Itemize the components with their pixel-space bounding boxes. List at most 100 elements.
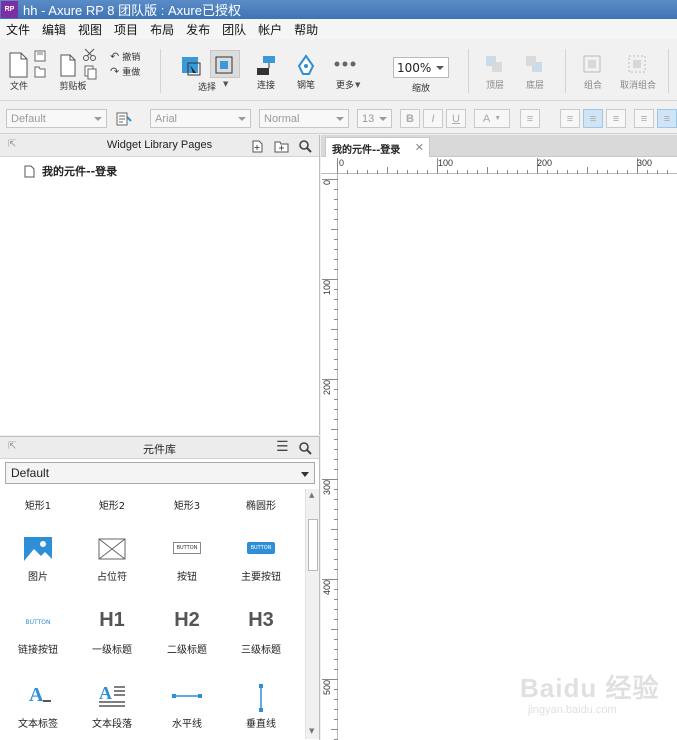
bring-to-front-button[interactable]: 顶层	[484, 54, 506, 91]
vertical-ruler[interactable]: 0 100 200 300 400 500	[321, 174, 338, 740]
page-tab-strip: 我的元件--登录 ✕	[321, 135, 677, 158]
add-page-icon[interactable]	[251, 140, 265, 153]
widget-button[interactable]: BUTTON 按钮	[149, 535, 225, 583]
widget-link-button[interactable]: BUTTON 链接按钮	[0, 609, 76, 657]
pen-icon	[297, 54, 315, 75]
italic-button[interactable]: I	[423, 109, 443, 128]
group-button[interactable]: 组合	[582, 54, 604, 91]
align-middle-icon[interactable]: ≡	[657, 109, 677, 128]
menu-file[interactable]: 文件	[0, 21, 36, 38]
menu-icon[interactable]: ☰	[276, 439, 289, 455]
select-label: 选择	[198, 83, 217, 93]
link-button-icon: BUTTON	[25, 618, 51, 626]
pen-button[interactable]: 钢笔	[295, 54, 317, 91]
bullet-list-icon[interactable]: ≡	[520, 109, 540, 128]
menu-team[interactable]: 团队	[216, 21, 252, 38]
font-family-select[interactable]: Arial	[150, 109, 251, 128]
h1-icon: H1	[99, 609, 125, 631]
menu-project[interactable]: 项目	[108, 21, 144, 38]
widget-ellipse[interactable]: 椭圆形	[223, 497, 299, 512]
toolbar-separator	[565, 49, 566, 93]
widget-primary-button[interactable]: BUTTON 主要按钮	[223, 535, 299, 583]
svg-text:A: A	[99, 683, 112, 703]
undo-button[interactable]: ↶ 撤销	[110, 50, 140, 63]
close-icon[interactable]: ✕	[415, 141, 424, 154]
underline-button[interactable]: U	[446, 109, 466, 128]
bold-button[interactable]: B	[400, 109, 420, 128]
page-icon	[24, 165, 35, 177]
scroll-down-icon[interactable]: ▼	[309, 727, 314, 735]
button-icon: BUTTON	[173, 542, 201, 554]
chevron-down-icon	[436, 66, 444, 70]
widgets-panel-title: 元件库	[143, 444, 176, 456]
h2-icon: H2	[174, 609, 200, 631]
page-tree-item[interactable]: 我的元件--登录	[24, 163, 117, 179]
placeholder-icon	[98, 538, 126, 560]
widget-heading-2[interactable]: H2 二级标题	[149, 609, 225, 656]
search-icon[interactable]	[299, 140, 312, 153]
page-tab[interactable]: 我的元件--登录 ✕	[325, 137, 430, 158]
chevron-down-icon	[379, 117, 387, 121]
menu-publish[interactable]: 发布	[180, 21, 216, 38]
widget-text-paragraph[interactable]: A 文本段落	[74, 683, 150, 730]
send-to-back-icon	[526, 56, 542, 72]
cut-copy-icons[interactable]	[82, 48, 98, 80]
widget-heading-1[interactable]: H1 一级标题	[74, 609, 150, 656]
library-select[interactable]: Default	[5, 462, 315, 484]
widgets-scrollbar[interactable]: ▲ ▼	[305, 489, 319, 739]
scroll-thumb[interactable]	[308, 519, 318, 571]
widget-rectangle-1[interactable]: 矩形1	[0, 497, 76, 512]
chevron-down-icon[interactable]: ▼	[223, 80, 228, 88]
widget-image[interactable]: 图片	[0, 535, 76, 583]
canvas-area: 我的元件--登录 ✕ 0 100 200 300 0 100 200 300 4…	[321, 135, 677, 740]
toolbar-separator	[160, 49, 161, 93]
font-color-button[interactable]: A ▼	[474, 109, 510, 128]
align-top-icon[interactable]: ≡	[634, 109, 654, 128]
connector-icon	[257, 56, 275, 75]
select-intersect-icon[interactable]	[180, 55, 202, 77]
redo-button[interactable]: ↷ 重做	[110, 65, 140, 78]
align-left-icon[interactable]: ≡	[560, 109, 580, 128]
select-contained-icon[interactable]	[214, 55, 236, 77]
send-to-back-button[interactable]: 底层	[524, 54, 546, 91]
chevron-down-icon	[301, 472, 309, 477]
menu-edit[interactable]: 编辑	[36, 21, 72, 38]
align-right-icon[interactable]: ≡	[606, 109, 626, 128]
widget-text-label[interactable]: A 文本标签	[0, 683, 76, 730]
ruler-corner	[321, 157, 338, 174]
align-center-icon[interactable]: ≡	[583, 109, 603, 128]
menu-layout[interactable]: 布局	[144, 21, 180, 38]
widget-vertical-line[interactable]: 垂直线	[223, 683, 299, 730]
menu-account[interactable]: 帐户	[252, 21, 288, 38]
widget-horizontal-line[interactable]: 水平线	[149, 683, 225, 730]
menu-help[interactable]: 帮助	[288, 21, 324, 38]
pages-panel-header: ⇱ Widget Library Pages	[0, 135, 319, 157]
font-size-select[interactable]: 13	[357, 109, 392, 128]
widget-placeholder[interactable]: 占位符	[74, 535, 150, 583]
main-toolbar: 文件 剪贴板 ↶ 撤销 ↷ 重做 选择 ▼ 连接 钢笔 更多 ▼ 100% 缩放…	[0, 39, 677, 101]
widgets-panel: ⇱ 元件库 ☰ Default 矩形1 矩形2 矩形3 椭圆形 图片 占位符 B…	[0, 436, 320, 740]
chevron-down-icon[interactable]: ▼	[355, 81, 360, 89]
horizontal-ruler-ticks	[337, 158, 668, 174]
horizontal-ruler[interactable]: 0 100 200 300	[337, 157, 677, 174]
format-painter-icon[interactable]	[116, 112, 132, 126]
connect-button[interactable]: 连接	[255, 54, 277, 91]
widget-rectangle-2[interactable]: 矩形2	[74, 497, 150, 512]
image-icon	[24, 537, 52, 561]
save-open-icons[interactable]	[33, 49, 47, 79]
redo-icon: ↷	[110, 65, 120, 78]
scroll-up-icon[interactable]: ▲	[309, 491, 314, 499]
pages-panel-title: Widget Library Pages	[106, 139, 213, 151]
style-select[interactable]: Default	[6, 109, 107, 128]
font-weight-select[interactable]: Normal	[259, 109, 349, 128]
widget-heading-3[interactable]: H3 三级标题	[223, 609, 299, 656]
zoom-label: 缩放	[412, 84, 431, 94]
widget-rectangle-3[interactable]: 矩形3	[149, 497, 225, 512]
add-folder-icon[interactable]	[274, 140, 289, 153]
ungroup-button[interactable]: 取消组合	[620, 54, 656, 91]
file-icon	[9, 52, 28, 78]
zoom-select[interactable]: 100%	[393, 57, 449, 78]
search-icon[interactable]	[299, 442, 312, 455]
file-button[interactable]: 文件	[6, 51, 32, 92]
menu-view[interactable]: 视图	[72, 21, 108, 38]
